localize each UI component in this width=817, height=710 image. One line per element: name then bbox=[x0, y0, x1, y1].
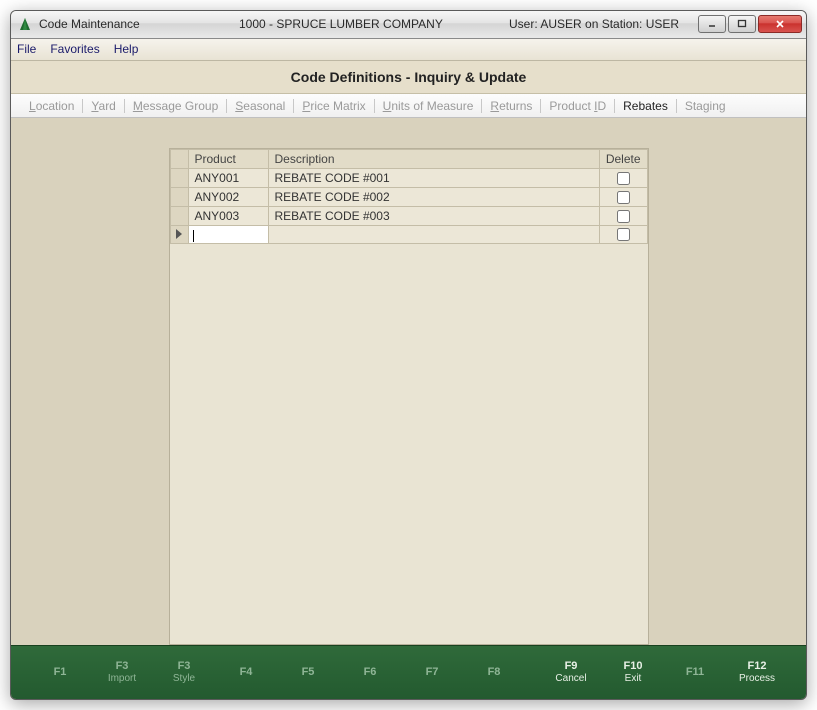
grid-corner bbox=[170, 150, 188, 169]
col-header-product[interactable]: Product bbox=[188, 150, 268, 169]
tabstrip: Location Yard Message Group Seasonal Pri… bbox=[11, 94, 806, 118]
fkey-f11: F11 bbox=[664, 666, 726, 680]
cell-description[interactable]: REBATE CODE #003 bbox=[268, 207, 599, 226]
current-row-marker-icon bbox=[176, 229, 182, 239]
tab-product-id[interactable]: Product ID bbox=[541, 99, 615, 113]
fkey-f10-exit[interactable]: F10 Exit bbox=[602, 660, 664, 686]
delete-checkbox[interactable] bbox=[617, 191, 630, 204]
app-icon bbox=[17, 16, 33, 32]
tab-price-matrix[interactable]: Price Matrix bbox=[294, 99, 374, 113]
cell-delete[interactable] bbox=[599, 169, 647, 188]
rebate-grid: Product Description Delete ANY001 REBATE… bbox=[169, 148, 649, 645]
fkey-f3-style: F3 Style bbox=[153, 660, 215, 686]
cell-product[interactable]: ANY001 bbox=[188, 169, 268, 188]
tab-seasonal[interactable]: Seasonal bbox=[227, 99, 294, 113]
table-row[interactable]: ANY001 REBATE CODE #001 bbox=[170, 169, 647, 188]
fkey-f4: F4 bbox=[215, 666, 277, 680]
cell-delete[interactable] bbox=[599, 207, 647, 226]
company-title: 1000 - SPRUCE LUMBER COMPANY bbox=[239, 17, 509, 31]
fkey-f1: F1 bbox=[29, 666, 91, 680]
tab-units-of-measure[interactable]: Units of Measure bbox=[375, 99, 483, 113]
row-selector[interactable] bbox=[170, 188, 188, 207]
table-row[interactable]: ANY003 REBATE CODE #003 bbox=[170, 207, 647, 226]
cell-delete[interactable] bbox=[599, 226, 647, 244]
cell-product-input[interactable] bbox=[188, 226, 268, 244]
tab-staging[interactable]: Staging bbox=[677, 99, 734, 113]
cell-product[interactable]: ANY003 bbox=[188, 207, 268, 226]
function-key-bar: F1 F3 Import F3 Style F4 F5 F6 F7 F8 bbox=[11, 645, 806, 699]
table-row[interactable]: ANY002 REBATE CODE #002 bbox=[170, 188, 647, 207]
fkey-f6: F6 bbox=[339, 666, 401, 680]
cell-product[interactable]: ANY002 bbox=[188, 188, 268, 207]
minimize-button[interactable] bbox=[698, 15, 726, 33]
text-cursor-icon bbox=[193, 230, 194, 242]
delete-checkbox[interactable] bbox=[617, 210, 630, 223]
cell-description[interactable] bbox=[268, 226, 599, 244]
page-title: Code Definitions - Inquiry & Update bbox=[11, 61, 806, 95]
app-window: Code Maintenance 1000 - SPRUCE LUMBER CO… bbox=[10, 10, 807, 700]
row-selector[interactable] bbox=[170, 207, 188, 226]
fkey-f9-cancel[interactable]: F9 Cancel bbox=[540, 660, 602, 686]
menu-file[interactable]: File bbox=[17, 42, 36, 56]
tab-message-group[interactable]: Message Group bbox=[125, 99, 227, 113]
delete-checkbox[interactable] bbox=[617, 172, 630, 185]
row-selector[interactable] bbox=[170, 169, 188, 188]
cell-description[interactable]: REBATE CODE #002 bbox=[268, 188, 599, 207]
row-selector-current[interactable] bbox=[170, 226, 188, 244]
col-header-delete[interactable]: Delete bbox=[599, 150, 647, 169]
col-header-description[interactable]: Description bbox=[268, 150, 599, 169]
table-row-new[interactable] bbox=[170, 226, 647, 244]
fkey-f8: F8 bbox=[463, 666, 525, 680]
maximize-button[interactable] bbox=[728, 15, 756, 33]
delete-checkbox[interactable] bbox=[617, 228, 630, 241]
tab-location[interactable]: Location bbox=[21, 99, 83, 113]
cell-description[interactable]: REBATE CODE #001 bbox=[268, 169, 599, 188]
content-area: Product Description Delete ANY001 REBATE… bbox=[11, 118, 806, 645]
fkey-f7: F7 bbox=[401, 666, 463, 680]
cell-delete[interactable] bbox=[599, 188, 647, 207]
menubar: File Favorites Help bbox=[11, 39, 806, 61]
tab-rebates[interactable]: Rebates bbox=[615, 99, 677, 113]
tab-returns[interactable]: Returns bbox=[482, 99, 541, 113]
menu-help[interactable]: Help bbox=[114, 42, 139, 56]
window-controls bbox=[698, 15, 802, 33]
menu-favorites[interactable]: Favorites bbox=[50, 42, 99, 56]
app-title: Code Maintenance bbox=[39, 17, 239, 31]
fkey-f3-import: F3 Import bbox=[91, 660, 153, 686]
titlebar: Code Maintenance 1000 - SPRUCE LUMBER CO… bbox=[11, 11, 806, 39]
tab-yard[interactable]: Yard bbox=[83, 99, 124, 113]
grid-empty-area bbox=[170, 244, 648, 644]
fkey-f12-process[interactable]: F12 Process bbox=[726, 660, 788, 686]
close-button[interactable] bbox=[758, 15, 802, 33]
user-station: User: AUSER on Station: USER bbox=[509, 17, 679, 31]
fkey-f5: F5 bbox=[277, 666, 339, 680]
